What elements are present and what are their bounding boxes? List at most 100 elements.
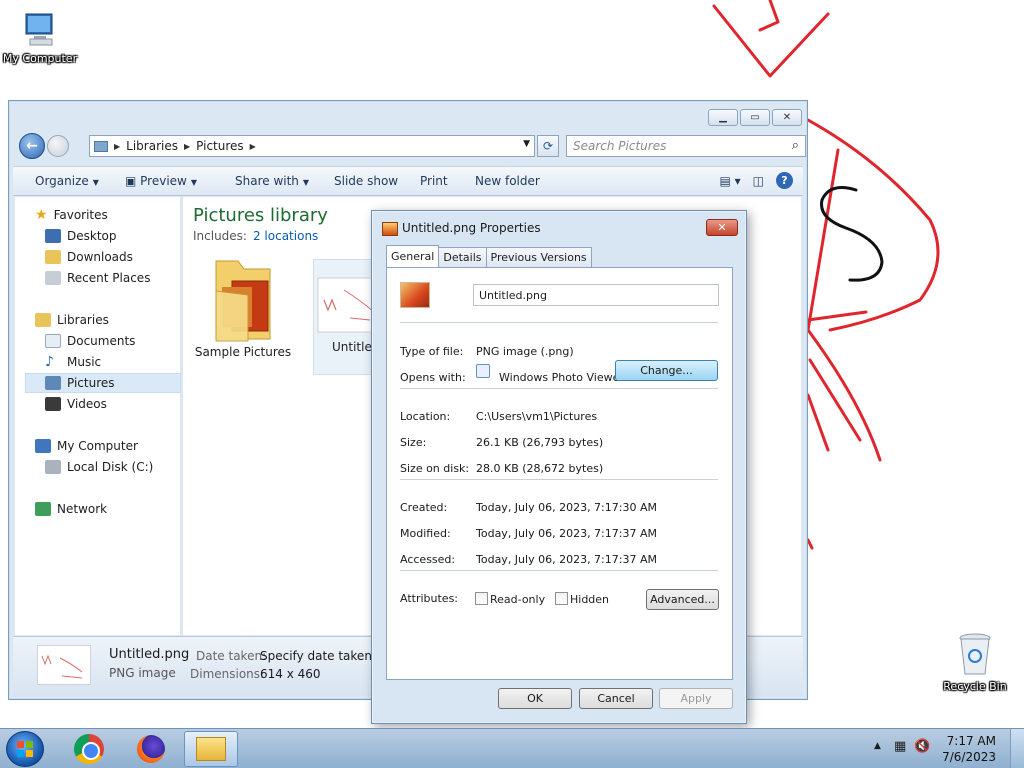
filename-input[interactable]: Untitled.png (473, 284, 719, 306)
minimize-button[interactable]: ▁ (708, 109, 738, 126)
hidden-label[interactable]: Hidden (570, 593, 609, 606)
modified-label: Modified: (400, 527, 451, 540)
volume-muted-icon[interactable]: 🔇 (914, 739, 930, 754)
taskbar: ▲ ▦ 🔇 7:17 AM 7/6/2023 (0, 728, 1024, 768)
taskbar-explorer[interactable] (184, 731, 238, 767)
slide-show-button[interactable]: Slide show (334, 174, 398, 188)
library-includes: Includes: 2 locations (193, 229, 319, 243)
clock-date[interactable]: 7/6/2023 (942, 750, 996, 764)
breadcrumb-separator-icon: ▶ (183, 141, 191, 151)
show-hidden-icons-icon[interactable]: ▲ (874, 741, 881, 751)
divider (400, 388, 718, 389)
address-bar[interactable]: ▶ Libraries ▶ Pictures ▶ ▼ (89, 135, 535, 157)
navigation-row: ← ▶ Libraries ▶ Pictures ▶ ▼ ⟳ Search Pi… (17, 133, 806, 161)
library-title: Pictures library (193, 205, 328, 226)
address-dropdown-icon[interactable]: ▼ (523, 139, 530, 149)
sidebar-item-network[interactable]: Network (35, 499, 195, 519)
search-input[interactable]: Search Pictures ⌕ (566, 135, 806, 157)
sidebar-item-videos[interactable]: Videos (45, 394, 205, 414)
sidebar-item-documents[interactable]: Documents (45, 331, 205, 351)
sidebar-item-recent-places[interactable]: Recent Places (45, 268, 205, 288)
advanced-button[interactable]: Advanced... (646, 589, 719, 610)
file-explorer-icon (196, 737, 226, 761)
tab-strip: General Details Previous Versions (386, 245, 592, 267)
start-button[interactable] (6, 731, 44, 767)
size-value: 26.1 KB (26,793 bytes) (476, 436, 604, 449)
desktop-icon-recycle-bin[interactable]: Recycle Bin (935, 630, 1015, 693)
preview-button[interactable]: ▣ Preview ▼ (125, 174, 197, 188)
dialog-title: Untitled.png Properties (402, 221, 541, 235)
date-taken-value[interactable]: Specify date taken (260, 649, 372, 663)
clock-time[interactable]: 7:17 AM (947, 734, 996, 748)
videos-icon (45, 397, 61, 411)
search-icon[interactable]: ⌕ (792, 138, 799, 153)
type-of-file-label: Type of file: (400, 345, 464, 358)
opens-with-label: Opens with: (400, 371, 466, 384)
cancel-button[interactable]: Cancel (579, 688, 653, 709)
close-button[interactable]: ✕ (772, 109, 802, 126)
refresh-button[interactable]: ⟳ (537, 135, 559, 157)
file-item-untitled[interactable]: Untitled (313, 259, 379, 375)
location-value: C:\Users\vm1\Pictures (476, 410, 598, 423)
breadcrumb-pictures[interactable]: Pictures (196, 139, 244, 153)
chrome-icon (74, 734, 104, 764)
sidebar-item-desktop[interactable]: Desktop (45, 226, 205, 246)
share-with-button[interactable]: Share with ▼ (235, 174, 309, 188)
type-of-file-value: PNG image (.png) (476, 345, 574, 358)
change-button[interactable]: Change... (615, 360, 718, 381)
network-status-icon[interactable]: ▦ (894, 739, 906, 754)
read-only-checkbox[interactable] (475, 592, 488, 605)
navigation-pane: ★ Favorites Desktop Downloads Recent Pla… (15, 197, 181, 635)
dialog-close-button[interactable]: ✕ (706, 219, 738, 236)
sidebar-item-local-disk[interactable]: Local Disk (C:) (45, 457, 205, 477)
apply-button[interactable]: Apply (659, 688, 733, 709)
back-arrow-icon: ← (26, 138, 38, 154)
divider (400, 570, 718, 571)
tab-previous-versions[interactable]: Previous Versions (485, 247, 592, 267)
library-icon (94, 140, 108, 152)
command-bar: Organize ▼ ▣ Preview ▼ Share with ▼ Slide s… (13, 166, 803, 196)
help-icon[interactable]: ? (776, 172, 793, 189)
maximize-button[interactable]: ▭ (740, 109, 770, 126)
created-value: Today, July 06, 2023, 7:17:30 AM (476, 501, 657, 514)
dimensions-value: 614 x 460 (260, 667, 321, 681)
folder-item-sample-pictures[interactable]: Sample Pictures (191, 255, 295, 375)
new-folder-button[interactable]: New folder (475, 174, 540, 188)
ok-button[interactable]: OK (498, 688, 572, 709)
hidden-checkbox[interactable] (555, 592, 568, 605)
created-label: Created: (400, 501, 448, 514)
details-file-type: PNG image (109, 666, 176, 680)
taskbar-chrome[interactable] (62, 731, 116, 767)
back-button[interactable]: ← (19, 133, 45, 159)
tab-details[interactable]: Details (438, 247, 487, 267)
size-on-disk-label: Size on disk: (400, 462, 470, 475)
tab-general[interactable]: General (386, 245, 440, 267)
sidebar-item-libraries[interactable]: Libraries (35, 310, 195, 330)
recycle-bin-icon (959, 633, 991, 675)
organize-button[interactable]: Organize ▼ (35, 174, 99, 188)
sidebar-item-favorites[interactable]: ★ Favorites (35, 205, 195, 225)
recent-places-icon (45, 271, 61, 285)
taskbar-firefox[interactable] (124, 731, 178, 767)
sidebar-item-my-computer[interactable]: My Computer (35, 436, 195, 456)
desktop-icon-my-computer[interactable]: My Computer (0, 10, 80, 65)
location-label: Location: (400, 410, 451, 423)
sidebar-item-downloads[interactable]: Downloads (45, 247, 205, 267)
forward-button[interactable] (47, 135, 69, 157)
star-icon: ★ (35, 207, 48, 223)
breadcrumb-libraries[interactable]: Libraries (126, 139, 178, 153)
divider (400, 479, 718, 480)
window-controls: ▁ ▭ ✕ (708, 109, 802, 126)
my-computer-icon (25, 13, 53, 46)
close-icon: ✕ (717, 221, 727, 234)
sidebar-item-pictures[interactable]: Pictures (25, 373, 181, 393)
read-only-label[interactable]: Read-only (490, 593, 545, 606)
minimize-icon: ▁ (719, 112, 727, 123)
sidebar-item-music[interactable]: ♪ Music (45, 352, 205, 372)
print-button[interactable]: Print (420, 174, 448, 188)
documents-icon (45, 334, 61, 348)
show-desktop-button[interactable] (1010, 729, 1024, 768)
change-view-icon[interactable]: ▤ ▾ (719, 174, 740, 188)
locations-link[interactable]: 2 locations (253, 229, 318, 243)
preview-pane-icon[interactable]: ◫ (753, 174, 764, 188)
